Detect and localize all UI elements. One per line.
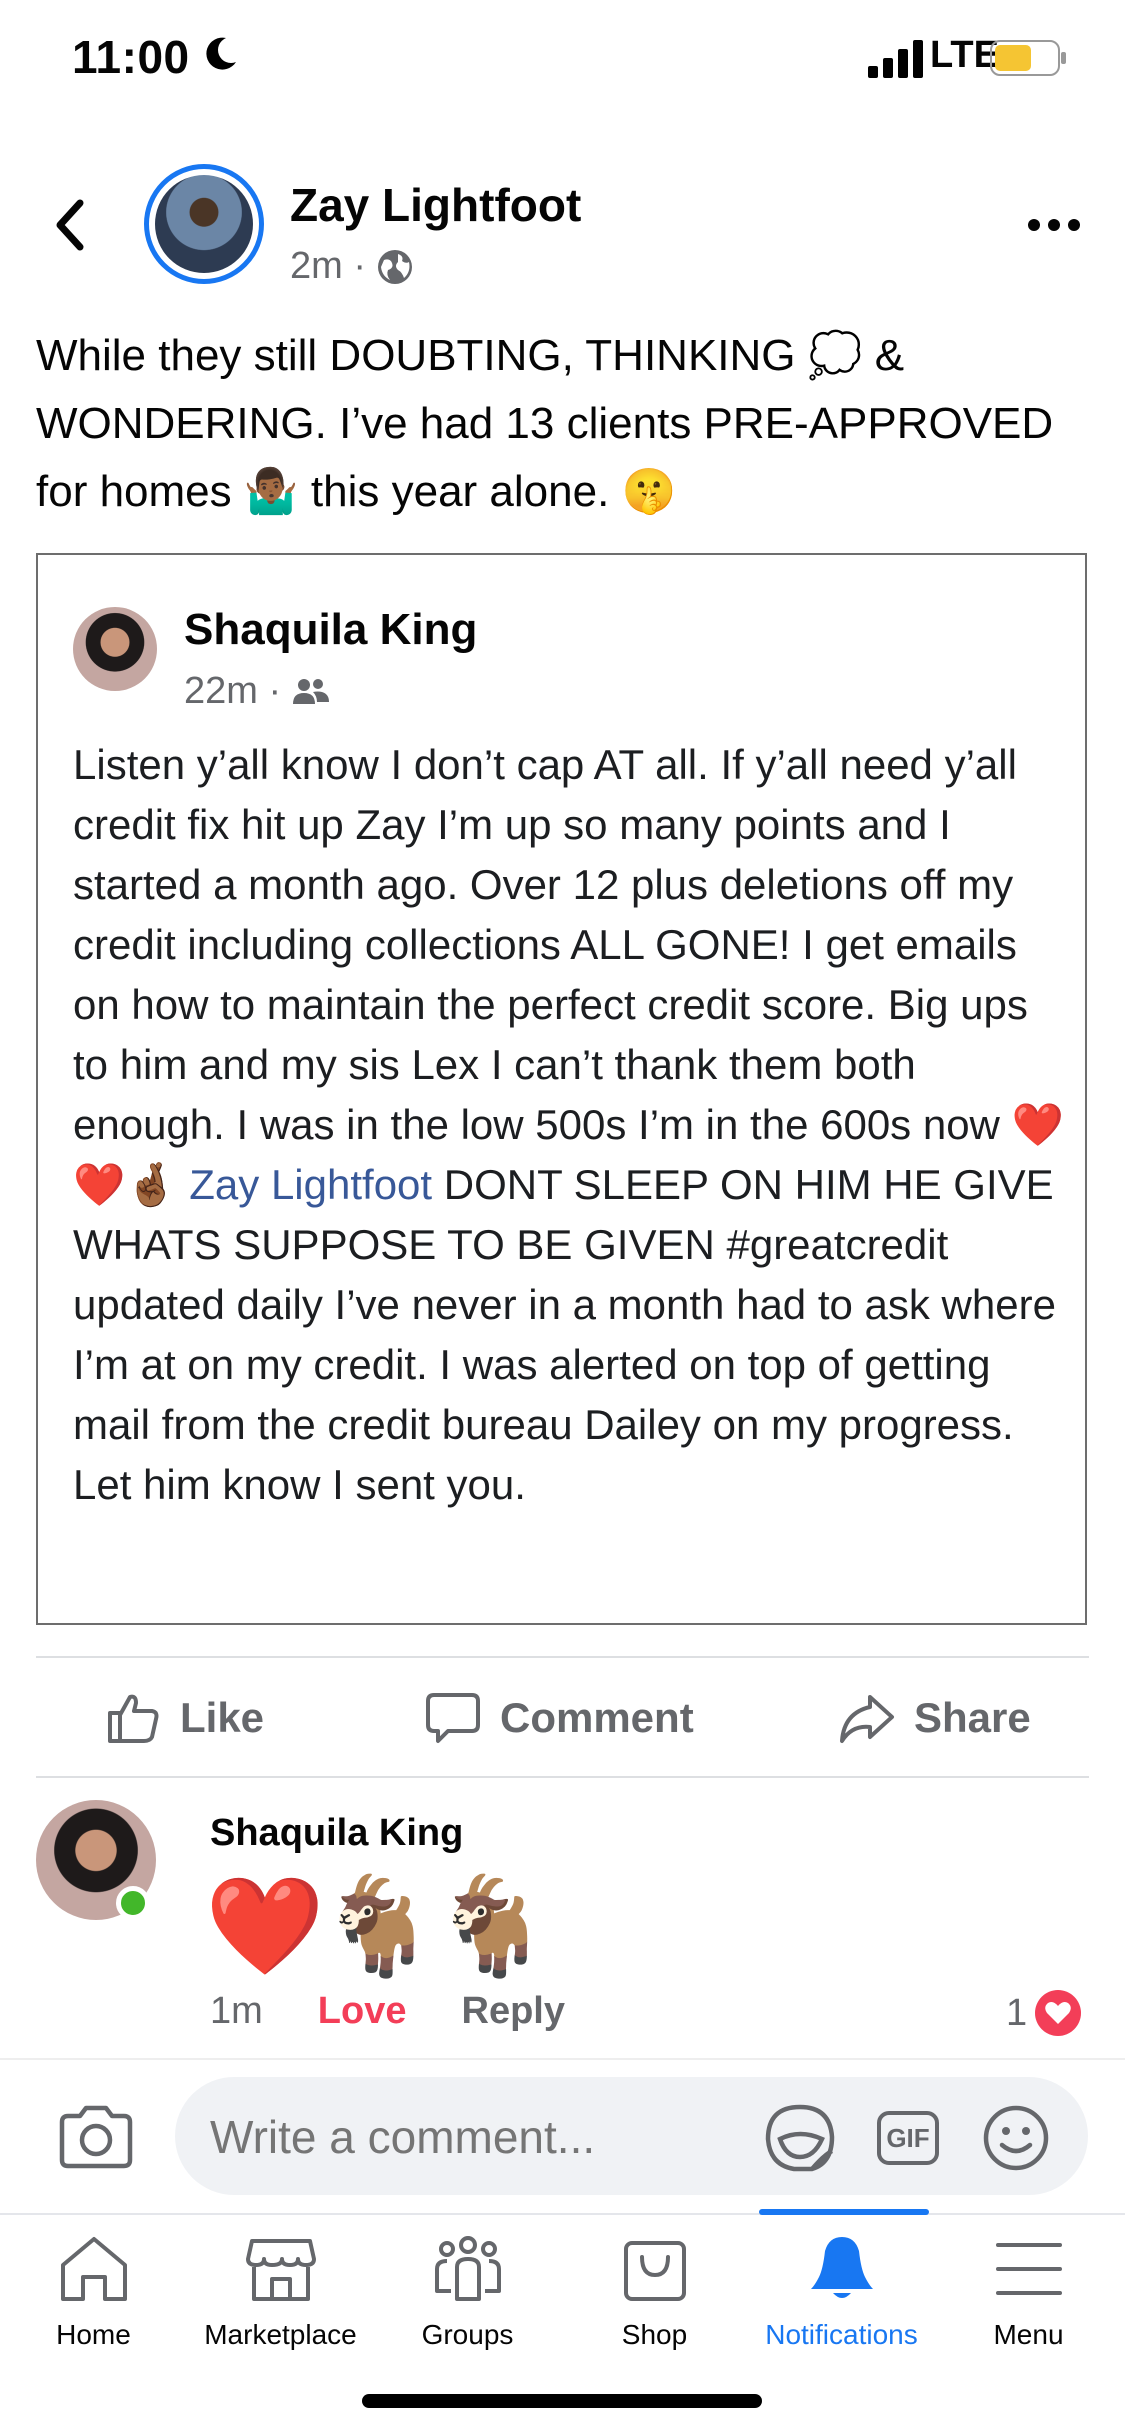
reply-button[interactable]: Reply	[462, 1990, 565, 2033]
groups-icon	[434, 2236, 501, 2301]
tab-home-label: Home	[56, 2319, 131, 2350]
battery-icon	[990, 40, 1066, 76]
shopping-bag-icon	[623, 2241, 686, 2301]
tab-menu-label: Menu	[993, 2319, 1064, 2350]
tab-notifications-label: Notifications	[765, 2319, 918, 2350]
divider	[36, 1656, 1089, 1658]
marketplace-icon	[245, 2239, 316, 2301]
shush-emoji: 🤫	[621, 467, 677, 516]
avatar-sticker-icon[interactable]	[764, 2103, 836, 2173]
post-author-name[interactable]: Zay Lightfoot	[290, 178, 581, 232]
tab-shop-label: Shop	[621, 2319, 688, 2350]
post-meta: 2m ·	[290, 245, 414, 288]
comment-author-name[interactable]: Shaquila King	[210, 1812, 463, 1855]
thought-bubble-emoji: 💭	[807, 331, 863, 380]
thumbs-up-icon	[108, 1694, 159, 1743]
like-button[interactable]: Like	[104, 1688, 264, 1748]
share-icon	[840, 1695, 894, 1743]
comment-icon	[426, 1693, 480, 1743]
tab-menu[interactable]: Menu	[935, 2225, 1122, 2355]
mention-link[interactable]: Zay Lightfoot	[189, 1161, 432, 1208]
author-avatar[interactable]	[144, 164, 264, 284]
shrug-emoji: 🤷🏾‍♂️	[243, 467, 299, 516]
tab-groups-label: Groups	[421, 2319, 514, 2350]
comment-input[interactable]	[210, 2110, 730, 2164]
shared-author-avatar[interactable]	[73, 607, 157, 691]
active-tab-indicator	[759, 2209, 929, 2215]
network-label: LTE	[930, 34, 999, 76]
home-indicator[interactable]	[362, 2394, 762, 2408]
shared-post-text: Listen y’all know I don’t cap AT all. If…	[73, 741, 1064, 1508]
bell-icon	[810, 2237, 873, 2298]
tab-notifications[interactable]: Notifications	[748, 2225, 935, 2355]
comment-meta: 1m Love Reply	[210, 1990, 565, 2033]
reaction-count-number: 1	[1006, 1991, 1028, 2034]
shared-author-name[interactable]: Shaquila King	[184, 605, 477, 655]
camera-icon[interactable]	[58, 2100, 134, 2170]
tab-home[interactable]: Home	[0, 2225, 187, 2355]
like-label: Like	[180, 1694, 265, 1741]
divider	[0, 2058, 1125, 2060]
shared-post-card[interactable]: Shaquila King 22m · Listen y’all know I …	[36, 553, 1087, 1625]
comment-body: ❤️🐐🐐	[205, 1873, 552, 1980]
comment-button[interactable]: Comment	[424, 1688, 694, 1748]
divider	[0, 2213, 1125, 2215]
comment-time: 1m	[210, 1990, 263, 2032]
friends-icon	[293, 678, 330, 704]
signal-icon	[868, 40, 923, 78]
emoji-icon[interactable]	[980, 2103, 1052, 2173]
share-label: Share	[914, 1694, 1031, 1741]
post-time: 2m ·	[290, 245, 366, 287]
heart-icon	[1035, 1990, 1082, 2036]
gif-label: GIF	[877, 2111, 939, 2165]
gif-button[interactable]: GIF	[872, 2103, 944, 2173]
divider	[36, 1776, 1089, 1778]
comment-label: Comment	[500, 1694, 694, 1741]
tab-groups[interactable]: Groups	[374, 2225, 561, 2355]
shared-post-meta: 22m ·	[184, 670, 331, 713]
hamburger-menu-icon	[995, 2243, 1062, 2295]
moon-icon	[206, 37, 236, 70]
back-arrow-icon[interactable]	[50, 195, 90, 255]
status-time: 11:00	[72, 31, 190, 83]
tab-shop[interactable]: Shop	[561, 2225, 748, 2355]
home-icon	[60, 2237, 127, 2301]
globe-icon	[378, 249, 412, 284]
shared-post-time: 22m ·	[184, 670, 282, 712]
share-button[interactable]: Share	[838, 1688, 1031, 1748]
reaction-count[interactable]: 1	[1006, 1990, 1082, 2036]
more-options-icon[interactable]	[1026, 210, 1082, 240]
tab-marketplace-label: Marketplace	[204, 2319, 357, 2350]
post-text: While they still DOUBTING, THINKING 💭 & …	[36, 331, 1054, 516]
tab-marketplace[interactable]: Marketplace	[187, 2225, 374, 2355]
love-reaction-button[interactable]: Love	[318, 1990, 407, 2033]
online-status-dot	[116, 1886, 150, 1920]
